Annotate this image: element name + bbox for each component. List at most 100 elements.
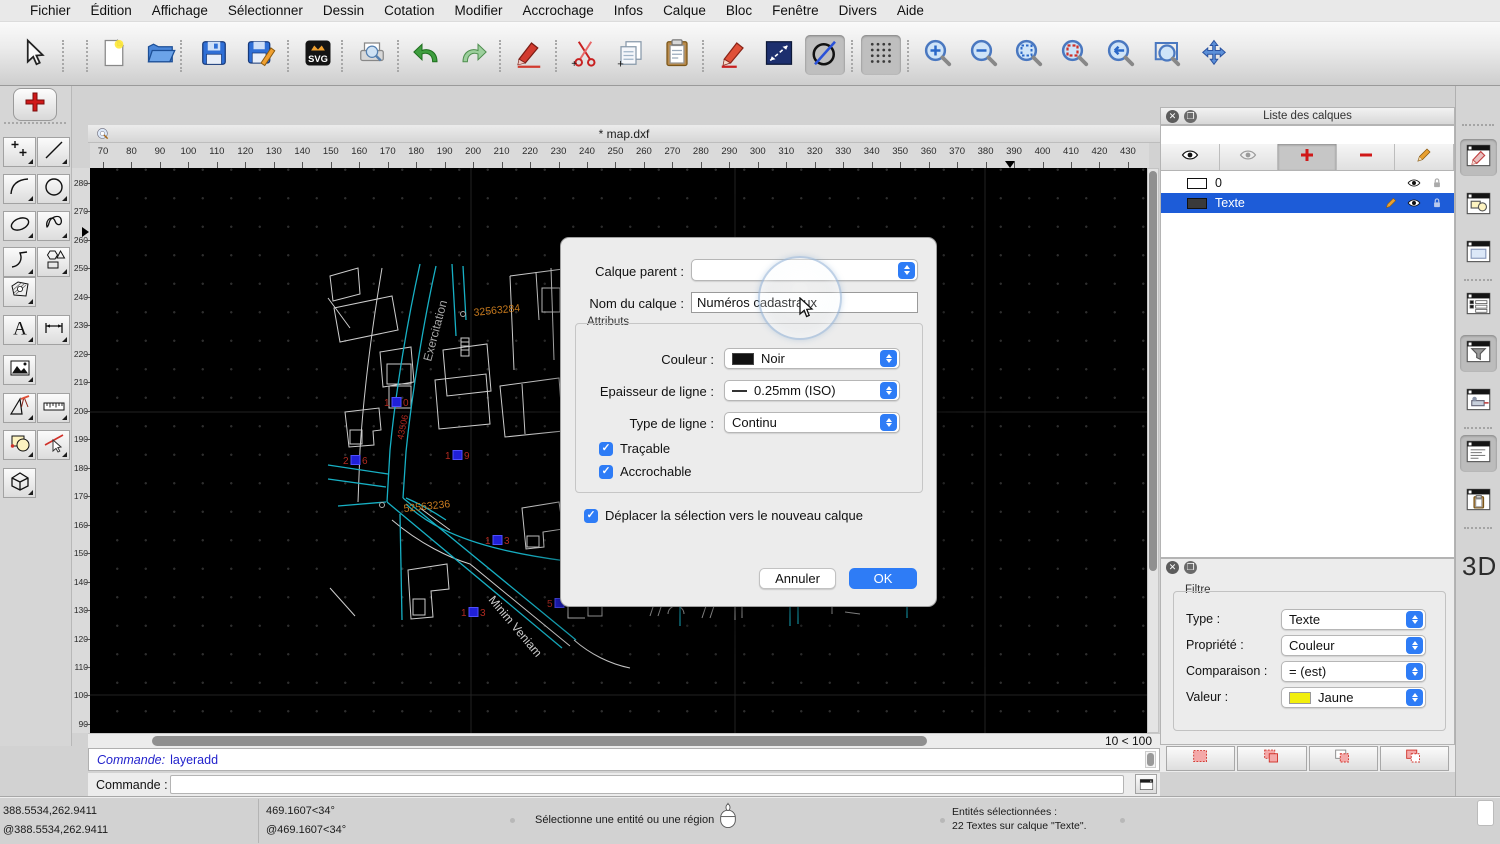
image-tool-button[interactable] [3,355,36,385]
ok-button[interactable]: OK [849,568,917,589]
menu-dessin[interactable]: Dessin [313,3,374,18]
dropdown-stepper-icon[interactable] [880,414,897,431]
dropdown-stepper-icon[interactable] [1406,637,1423,654]
dropdown-stepper-icon[interactable] [880,350,897,367]
intersect-selection-button[interactable] [1380,746,1449,771]
grid-toggle-button[interactable] [861,35,901,75]
dropdown-stepper-icon[interactable] [1406,663,1423,680]
selected-text-handle[interactable] [453,451,462,460]
restrict-off-button[interactable] [805,35,845,75]
menu-selectionner[interactable]: Sélectionner [218,3,313,18]
filter-panel-close-icon[interactable]: ✕ [1166,561,1179,574]
menu-edition[interactable]: Édition [81,3,142,18]
move-selection-checkbox[interactable] [584,509,598,523]
dropdown-stepper-icon[interactable] [1406,689,1423,706]
menu-affichage[interactable]: Affichage [142,3,218,18]
measure-tools-button[interactable] [37,393,70,423]
selected-text-handle[interactable] [493,536,502,545]
zoom-auto-button[interactable] [1009,35,1049,75]
plottable-checkbox-row[interactable]: Traçable [599,441,670,456]
menu-infos[interactable]: Infos [604,3,653,18]
command-input[interactable] [170,775,1124,794]
history-scrollbar-thumb[interactable] [1147,753,1154,766]
modify-tools-button[interactable] [3,430,36,460]
copy-button[interactable]: + [611,35,651,75]
command-options-button[interactable] [1135,774,1157,794]
dimension-tools-button[interactable] [37,315,70,345]
menu-accrochage[interactable]: Accrochage [512,3,603,18]
add-layer-button[interactable] [1278,144,1337,170]
save-document-button[interactable] [194,35,234,75]
menu-calque[interactable]: Calque [653,3,716,18]
dropdown-stepper-icon[interactable] [1406,611,1423,628]
move-selection-checkbox-row[interactable]: Déplacer la sélection vers le nouveau ca… [584,508,863,523]
arc-tools-button[interactable] [3,174,36,204]
selected-text-handle[interactable] [392,398,401,407]
library-browser-panel-toggle-button[interactable] [1460,235,1497,272]
shape-tools-button[interactable] [37,247,70,277]
filter-panel-detach-icon[interactable]: ❐ [1184,561,1197,574]
clipboard-panel-toggle-button[interactable] [1460,483,1497,520]
selection-arrow-button[interactable] [14,35,54,75]
selected-text-handle[interactable] [469,608,478,617]
layer-lock-icon[interactable] [1430,176,1444,190]
layer-visibility-icon[interactable] [1407,176,1421,190]
edit-layer-button[interactable] [1395,144,1454,170]
menu-bloc[interactable]: Bloc [716,3,762,18]
add-to-selection-button[interactable] [1237,746,1306,771]
menu-cotation[interactable]: Cotation [374,3,444,18]
selection-filter-panel-toggle-button[interactable] [1460,335,1497,372]
hatch-tools-button[interactable] [3,277,36,307]
zoom-in-button[interactable] [918,35,958,75]
circle-tools-button[interactable] [37,174,70,204]
filter-comparaison-dropdown[interactable]: = (est) [1281,661,1426,682]
hide-all-layers-button[interactable] [1220,144,1279,170]
polyline-tools-button[interactable] [3,247,36,277]
svg-export-button[interactable]: SVG [298,35,338,75]
snappable-checkbox-row[interactable]: Accrochable [599,464,692,479]
drafting-tools-button[interactable] [3,393,36,423]
ellipse-tools-button[interactable] [3,211,36,241]
current-tool-button[interactable] [13,88,57,121]
print-preview-button[interactable] [352,35,392,75]
layer-lock-icon[interactable] [1430,196,1444,210]
horizontal-scrollbar[interactable] [90,735,1102,748]
selected-text-handle[interactable] [351,456,360,465]
menu-modifier[interactable]: Modifier [444,3,512,18]
layer-visibility-icon[interactable] [1407,196,1421,210]
block-list-panel-toggle-button[interactable] [1460,187,1497,224]
save-as-button[interactable] [241,35,281,75]
delete-entities-button[interactable] [509,35,549,75]
menu-divers[interactable]: Divers [829,3,887,18]
open-document-button[interactable] [141,35,181,75]
filter-valeur-dropdown[interactable]: Jaune [1281,687,1426,708]
history-scrollbar[interactable] [1145,751,1156,768]
layer-list-panel-toggle-button[interactable] [1460,139,1497,176]
point-tools-button[interactable] [3,137,36,167]
layer-row-texte[interactable]: Texte [1161,193,1454,213]
snappable-checkbox[interactable] [599,465,613,479]
pen-settings-panel-toggle-button[interactable] [1460,383,1497,420]
dropdown-stepper-icon[interactable] [898,262,915,279]
menu-fenetre[interactable]: Fenêtre [762,3,829,18]
divide-tools-button[interactable] [37,430,70,460]
layers-panel-close-icon[interactable]: ✕ [1166,110,1179,123]
redo-button[interactable] [453,35,493,75]
paste-button[interactable] [657,35,697,75]
vertical-scrollbar-thumb[interactable] [1149,171,1157,571]
layer-edit-icon[interactable] [1384,196,1398,210]
cancel-button[interactable]: Annuler [759,568,836,589]
remove-from-selection-button[interactable] [1309,746,1378,771]
vertical-scrollbar[interactable] [1147,168,1159,733]
layer-row-0[interactable]: 0 [1161,173,1454,193]
command-line-panel-toggle-button[interactable] [1460,435,1497,472]
select-all-matching-button[interactable] [1166,746,1235,771]
new-document-button[interactable] [94,35,134,75]
pan-button[interactable] [1194,35,1234,75]
dimension-button[interactable] [759,35,799,75]
dropdown-stepper-icon[interactable] [880,382,897,399]
line-tools-button[interactable] [37,137,70,167]
spline-tools-button[interactable] [37,211,70,241]
linetype-dropdown[interactable]: Continu [724,412,900,433]
zoom-out-button[interactable] [964,35,1004,75]
